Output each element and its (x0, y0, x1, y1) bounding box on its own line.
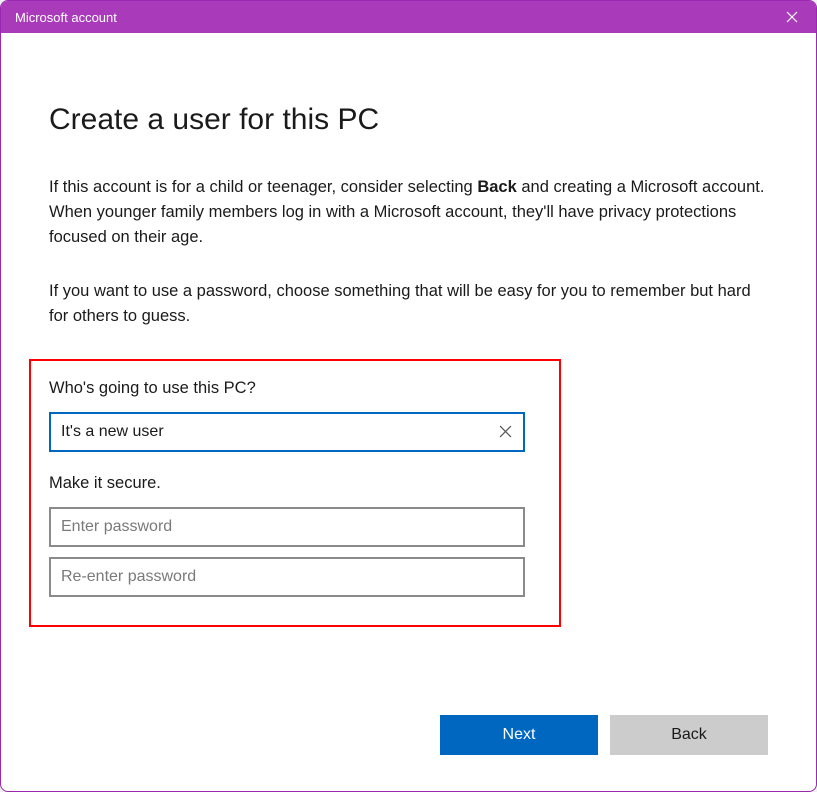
description-paragraph-2: If you want to use a password, choose so… (49, 279, 768, 329)
window-title: Microsoft account (15, 10, 117, 25)
back-button[interactable]: Back (610, 715, 768, 755)
close-button[interactable] (782, 7, 802, 27)
description-paragraph-1: If this account is for a child or teenag… (49, 175, 768, 249)
clear-username-button[interactable] (495, 422, 515, 442)
username-input[interactable] (51, 414, 523, 450)
content-area: Create a user for this PC If this accoun… (1, 33, 816, 791)
reenter-password-input-wrapper (49, 557, 525, 597)
password-section-label: Make it secure. (49, 474, 541, 493)
footer-button-row: Next Back (440, 715, 768, 755)
password-input-wrapper (49, 507, 525, 547)
form-highlight-box: Who's going to use this PC? Make it secu… (29, 359, 561, 627)
username-label: Who's going to use this PC? (49, 379, 541, 398)
close-icon (786, 11, 798, 23)
page-heading: Create a user for this PC (49, 103, 768, 137)
dialog-window: Microsoft account Create a user for this… (0, 0, 817, 792)
username-input-wrapper (49, 412, 525, 452)
description-text-pre: If this account is for a child or teenag… (49, 178, 477, 196)
password-input[interactable] (51, 509, 523, 545)
next-button[interactable]: Next (440, 715, 598, 755)
description-bold-word: Back (477, 178, 516, 196)
reenter-password-input[interactable] (51, 559, 523, 595)
titlebar: Microsoft account (1, 1, 816, 33)
x-icon (499, 425, 512, 438)
